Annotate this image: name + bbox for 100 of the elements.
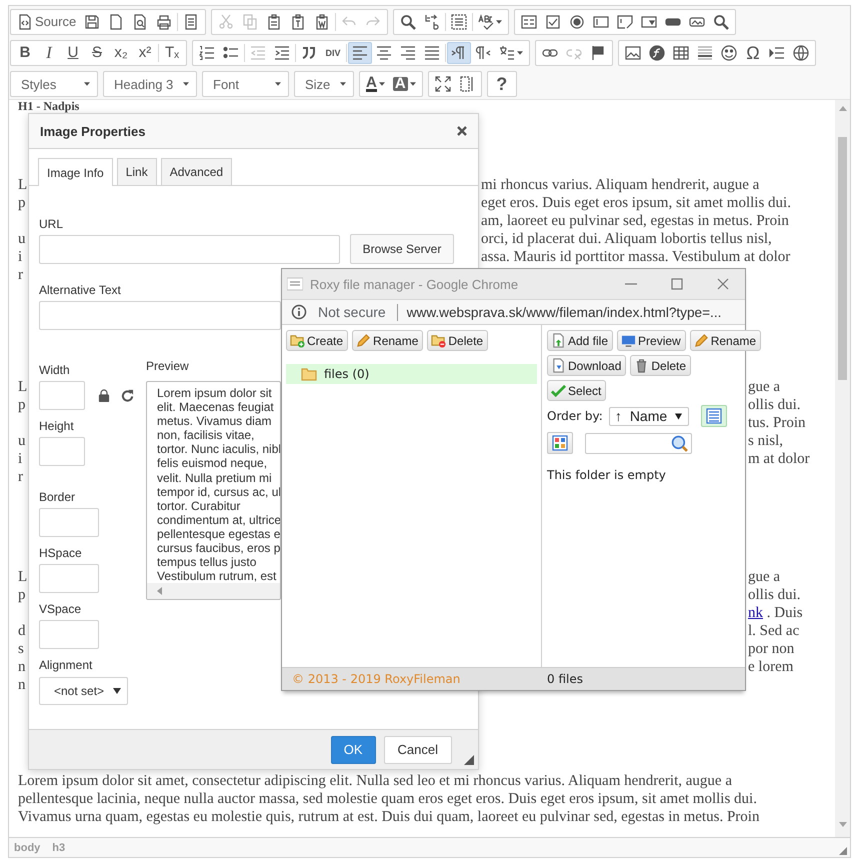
list-view-button[interactable] bbox=[701, 405, 728, 427]
underline-button[interactable]: U bbox=[61, 42, 85, 64]
subscript-button[interactable]: x₂ bbox=[109, 42, 133, 64]
tab[interactable]: Link bbox=[116, 158, 157, 185]
textcolor-button[interactable]: A bbox=[362, 73, 389, 95]
select-all-icon bbox=[451, 14, 468, 30]
reset-icon[interactable] bbox=[121, 389, 134, 402]
caret-icon bbox=[340, 82, 346, 86]
create-button[interactable]: Create bbox=[286, 330, 348, 351]
field-label: Order by: bbox=[547, 409, 603, 423]
alignleft-button[interactable] bbox=[348, 42, 372, 64]
text-fragment: u bbox=[18, 432, 26, 450]
paragraph-line: Lorem ipsum dolor sit amet, consectetur adipiscing elit. Nulla sed leo et mi rhoncus varius. Aliquam hendrerit, augue a bbox=[18, 772, 732, 790]
alternative-text-field[interactable] bbox=[39, 301, 281, 330]
delete-button[interactable]: Delete bbox=[427, 330, 488, 351]
tab[interactable]: Image Info bbox=[38, 158, 113, 186]
paragraph-line: pellentesque lacinia, neque nulla auctor massa, sed molestie quam eros eget eros. Duis eget eros ipsum, sit amet mollis dui. bbox=[18, 790, 757, 808]
resize-grip-icon[interactable] bbox=[464, 755, 474, 765]
url-field[interactable] bbox=[39, 234, 340, 264]
text-fragment: i bbox=[18, 450, 24, 468]
magnifier-icon bbox=[713, 14, 730, 30]
dropdown-combo[interactable]: Size bbox=[294, 71, 354, 97]
field-label: Width bbox=[39, 362, 70, 378]
specialchar-button[interactable]: Ω bbox=[741, 42, 765, 64]
document-lines-icon bbox=[183, 14, 200, 30]
monitor-icon bbox=[621, 333, 636, 348]
text-fragment: d bbox=[18, 622, 26, 640]
maximize-icon[interactable] bbox=[671, 278, 683, 290]
align-left-icon bbox=[352, 45, 368, 61]
text-fragment: n bbox=[18, 658, 26, 676]
horizontal-rule-icon bbox=[697, 45, 713, 61]
order-select[interactable]: ↑ Name bbox=[608, 406, 690, 426]
text-fragment: m at dolor bbox=[748, 450, 810, 468]
text-direction-rtl-icon bbox=[475, 45, 491, 61]
link[interactable]: nk bbox=[748, 604, 763, 622]
copyright-text: © 2013 - 2019 RoxyFileman bbox=[292, 672, 462, 686]
folder-item[interactable]: files (0) bbox=[286, 364, 537, 384]
italic-button[interactable]: I bbox=[37, 42, 61, 64]
text-fragment: gue a bbox=[748, 568, 780, 586]
ltr-button[interactable] bbox=[447, 42, 471, 64]
bold-button[interactable]: B bbox=[13, 42, 37, 64]
rename-button[interactable]: Rename bbox=[690, 330, 762, 351]
search-field[interactable] bbox=[585, 432, 692, 454]
globe-icon bbox=[793, 45, 809, 61]
arrow-left-icon bbox=[157, 587, 162, 596]
security-status[interactable]: Not secure bbox=[318, 304, 386, 320]
folder-icon bbox=[300, 366, 318, 382]
browse-server-button[interactable]: Browse Server bbox=[350, 234, 454, 264]
caret-icon bbox=[183, 82, 189, 86]
address-text: www.websprava.sk/www/fileman/index.html?type=... bbox=[406, 304, 722, 320]
spacing-field[interactable] bbox=[39, 508, 99, 537]
addfile-button[interactable]: Add file bbox=[547, 330, 614, 351]
deletefile-button[interactable]: Delete bbox=[630, 355, 692, 376]
div-button[interactable]: DIV bbox=[321, 42, 345, 64]
dropdown-combo[interactable]: Styles bbox=[10, 71, 98, 97]
rename-button[interactable]: Rename bbox=[352, 330, 424, 351]
close-icon[interactable] bbox=[456, 125, 468, 137]
spacing-field[interactable] bbox=[39, 620, 99, 649]
printer-icon bbox=[156, 14, 172, 30]
lock-icon[interactable] bbox=[98, 389, 110, 402]
scrollbar[interactable] bbox=[147, 583, 280, 599]
superscript-button[interactable]: x² bbox=[133, 42, 157, 64]
caret-icon bbox=[84, 82, 90, 86]
ok-button[interactable]: OK bbox=[330, 736, 376, 764]
help-button[interactable]: ? bbox=[490, 73, 514, 95]
download-button[interactable]: Download bbox=[547, 355, 626, 376]
magnifier-icon bbox=[671, 434, 688, 452]
file-download-icon bbox=[551, 358, 566, 373]
resize-grip-icon[interactable] bbox=[839, 847, 847, 855]
tab[interactable]: Advanced bbox=[160, 158, 232, 185]
spellcheck-icon bbox=[478, 14, 494, 30]
text-area-icon bbox=[617, 14, 634, 30]
align-right-icon bbox=[400, 45, 416, 61]
strike-button[interactable]: S bbox=[85, 42, 109, 64]
text-fragment: gue a bbox=[748, 378, 780, 396]
page-magnifier-icon bbox=[132, 14, 148, 30]
text-fragment: n bbox=[18, 676, 26, 694]
copy-icon bbox=[242, 14, 258, 30]
close-icon[interactable] bbox=[717, 278, 729, 290]
form-icon bbox=[521, 14, 538, 30]
removeformat-button[interactable]: Tₓ bbox=[160, 42, 184, 64]
size-field[interactable] bbox=[39, 381, 85, 410]
bgcolor-button[interactable]: A bbox=[388, 73, 420, 95]
find-replace-icon bbox=[424, 14, 440, 30]
select-button[interactable]: Select bbox=[547, 380, 606, 401]
caret-icon bbox=[410, 82, 416, 86]
thumbnail-view-button[interactable] bbox=[547, 432, 573, 454]
size-field[interactable] bbox=[39, 437, 85, 466]
dropdown-combo[interactable]: Heading 3 bbox=[103, 71, 197, 97]
alignment-select[interactable]: <not set> bbox=[39, 677, 128, 705]
spacing-field[interactable] bbox=[39, 564, 99, 593]
source-icon bbox=[17, 14, 33, 30]
dropdown-combo[interactable]: Font bbox=[202, 71, 289, 97]
caret-icon bbox=[496, 20, 502, 24]
scissors-icon bbox=[218, 14, 234, 30]
file-count: 0 files bbox=[547, 672, 583, 686]
clipboard-text-icon bbox=[290, 14, 306, 30]
cancel-button[interactable]: Cancel bbox=[384, 736, 452, 764]
source-button[interactable]: Source bbox=[13, 11, 80, 33]
preview-button[interactable]: Preview bbox=[617, 330, 686, 351]
